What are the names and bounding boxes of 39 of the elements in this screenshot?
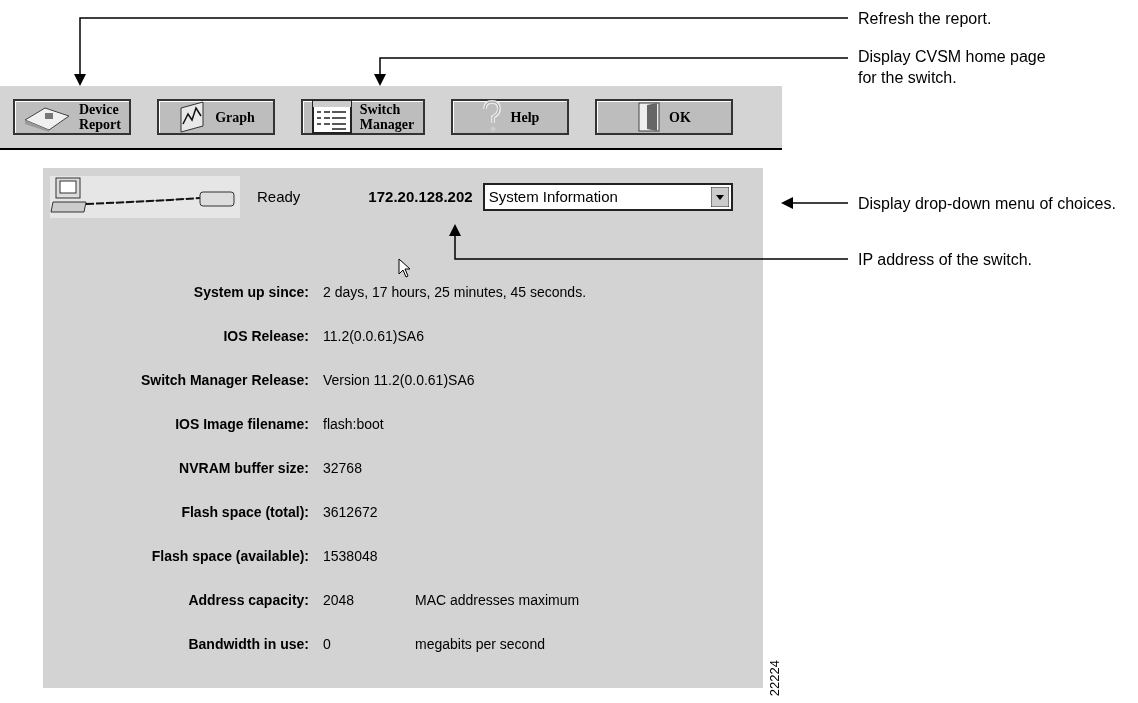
callout-text: Display CVSM home page for the switch.	[858, 47, 1047, 88]
leader-line	[781, 197, 849, 209]
callout-text: Display drop-down menu of choices.	[858, 194, 1117, 214]
dropdown-icon[interactable]	[710, 187, 729, 207]
toolbar-button[interactable]: Graph	[157, 99, 275, 135]
figure-number: 22224	[766, 659, 780, 696]
view-select[interactable]: System Information	[482, 183, 733, 211]
field-value: 2 days, 17 hours, 25 minutes, 45 seconds.	[323, 283, 588, 302]
field-label: System up since:	[192, 283, 309, 302]
field-unit: megabits per second	[415, 635, 546, 654]
list-window-icon	[311, 100, 352, 134]
door-icon	[637, 101, 662, 133]
field-label: Flash space (available):	[150, 547, 309, 566]
field-value: flash:boot	[323, 415, 385, 434]
field-unit: MAC addresses maximum	[415, 591, 581, 610]
toolbar-button[interactable]: Help	[451, 99, 569, 135]
toolbar-button[interactable]: Device Report	[13, 99, 131, 135]
callout-text: Refresh the report.	[858, 9, 993, 29]
callout-text: IP address of the switch.	[858, 250, 1033, 270]
field-value: 3612672	[323, 503, 379, 522]
field-value: 2048	[323, 591, 356, 610]
toolbar-button[interactable]: Switch Manager	[301, 99, 425, 135]
field-label: Flash space (total):	[180, 503, 309, 522]
field-label: IOS Image filename:	[174, 415, 309, 434]
field-value: 32768	[323, 459, 363, 478]
field-value: 11.2(0.0.61)SA6	[323, 327, 425, 346]
field-label: Address capacity:	[187, 591, 309, 610]
field-label: NVRAM buffer size:	[178, 459, 309, 478]
pointer-cursor-icon	[398, 258, 412, 278]
field-value: Version 11.2(0.0.61)SA6	[323, 371, 476, 390]
question-icon	[480, 100, 503, 134]
field-label: Switch Manager Release:	[139, 371, 309, 390]
ip-address: 172.20.128.202	[368, 186, 473, 207]
toolbar-button[interactable]: OK	[595, 99, 733, 135]
field-label: Bandwidth in use:	[187, 635, 309, 654]
field-value: 0	[323, 635, 332, 654]
field-label: IOS Release:	[222, 327, 309, 346]
status-text: Ready	[257, 186, 301, 207]
field-value: 1538048	[323, 547, 379, 566]
